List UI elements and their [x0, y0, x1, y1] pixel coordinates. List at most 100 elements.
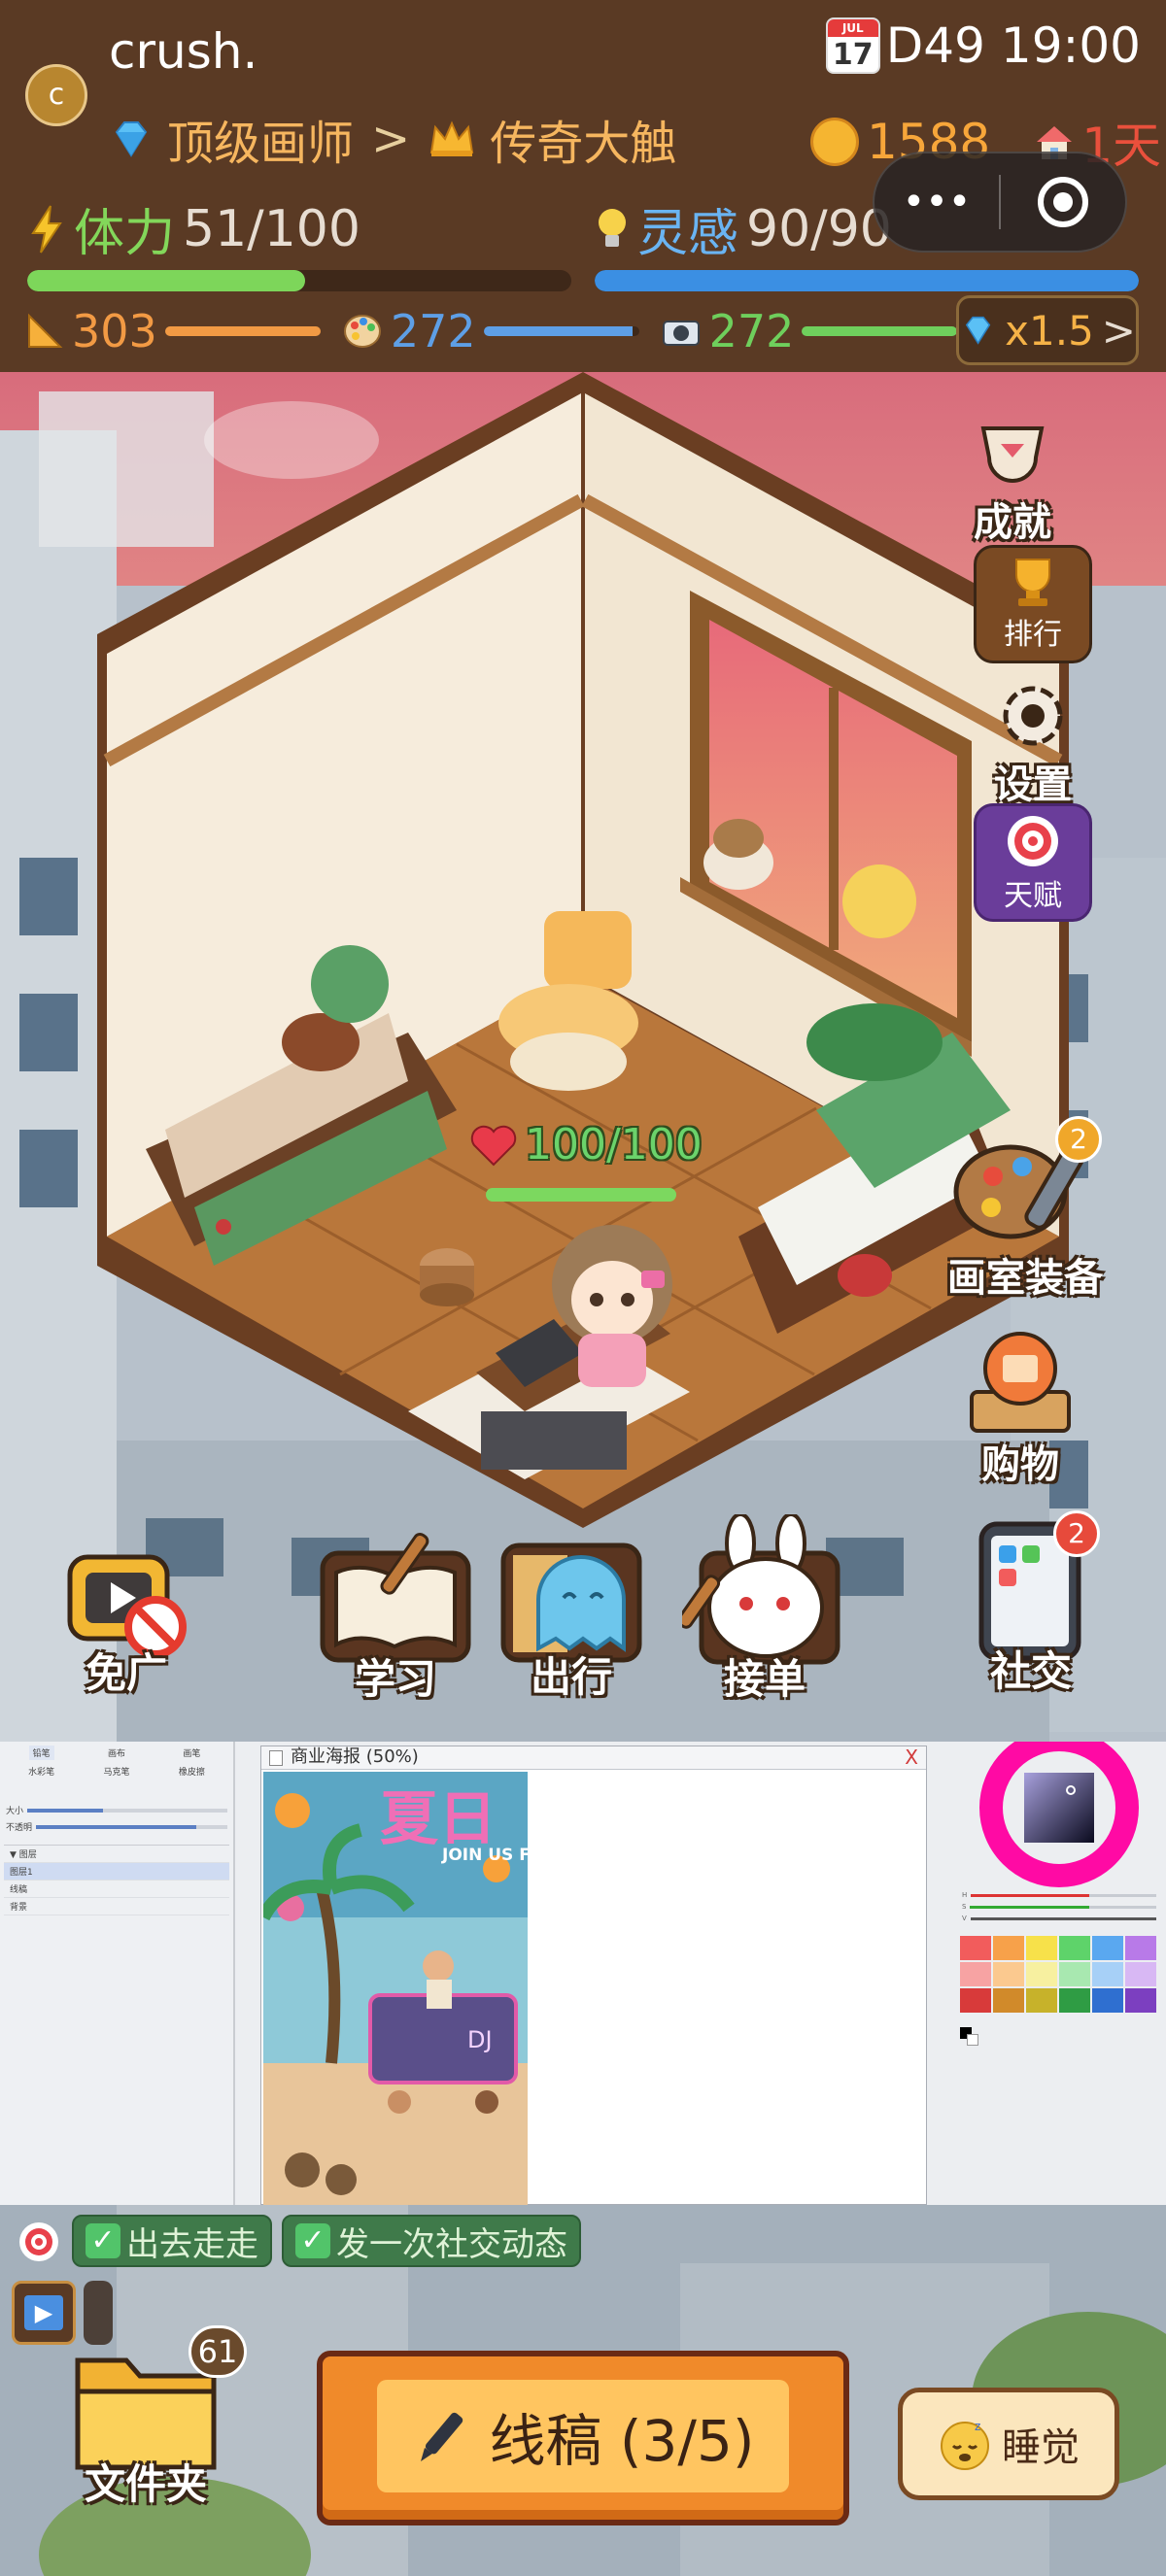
medal-icon — [980, 426, 1045, 483]
color-swatch[interactable] — [1092, 1936, 1123, 1960]
status-hud: c crush. 顶级画师 > 传奇大触 JUL 17 D49 19:00 15… — [0, 0, 1166, 372]
talent-button[interactable]: 天赋 — [974, 803, 1092, 922]
poster-dj: DJ — [467, 2026, 493, 2053]
shop-icon — [970, 1332, 1071, 1433]
color-swatch[interactable] — [1026, 1962, 1057, 1986]
color-swatch[interactable] — [1026, 1936, 1057, 1960]
crown-icon — [430, 120, 474, 156]
multiplier-button[interactable]: x1.5 > — [956, 295, 1139, 365]
ruler-icon — [28, 313, 63, 348]
hue-slider[interactable]: H — [962, 1889, 1156, 1901]
bottom-bar: ✓ 出去走走 ✓ 发一次社交动态 ▶ 文件夹 61 线稿 (3/5) z 睡觉 — [0, 2205, 1166, 2576]
value-slider[interactable]: V — [962, 1913, 1156, 1924]
date-time: JUL 17 D49 19:00 — [825, 17, 1141, 74]
inspiration-bar — [595, 270, 1139, 291]
color-swatch[interactable] — [960, 1988, 991, 2013]
size-slider[interactable]: 大小 — [0, 1802, 233, 1818]
lightning-icon — [31, 204, 62, 254]
ranking-button[interactable]: 排行 — [974, 545, 1092, 663]
task-post-social[interactable]: ✓ 发一次社交动态 — [282, 2215, 581, 2267]
tool-pencil[interactable]: 铅笔 — [28, 1746, 54, 1760]
tool-brush[interactable]: 画笔 — [179, 1746, 204, 1760]
color-swatch[interactable] — [1125, 1988, 1156, 2013]
character-hp-bar — [486, 1188, 676, 1202]
more-menu-button[interactable]: ••• — [874, 153, 999, 251]
folder-button[interactable]: 文件夹 61 — [58, 2325, 247, 2511]
rank-progress[interactable]: 顶级画师 > 传奇大触 — [109, 105, 676, 173]
stamina-stat: 体力 51/100 — [27, 192, 360, 265]
mini-program-capsule: ••• — [873, 152, 1127, 253]
color-swatch[interactable] — [1092, 1962, 1123, 1986]
social-badge: 2 — [1053, 1510, 1100, 1557]
close-button[interactable]: X — [905, 1746, 918, 1768]
studio-gear-button[interactable]: 画室装备 2 — [943, 1116, 1108, 1303]
color-swatch[interactable] — [1026, 1988, 1057, 2013]
record-icon — [1038, 177, 1088, 227]
color-swatch[interactable] — [960, 1962, 991, 1986]
poster-canvas[interactable]: 夏日 JOIN US F DJ — [263, 1772, 528, 2205]
layer-item[interactable]: 线稿 — [4, 1881, 229, 1898]
avatar[interactable]: c — [25, 64, 87, 126]
fg-bg-color[interactable] — [960, 2027, 979, 2047]
color-swatch[interactable] — [1125, 1962, 1156, 1986]
target-icon — [19, 2222, 58, 2261]
calendar-icon: JUL 17 — [825, 17, 880, 74]
stat-ruler: 303 — [25, 305, 321, 357]
sleep-button[interactable]: z 睡觉 — [898, 2388, 1119, 2500]
opacity-slider[interactable]: 不透明 — [0, 1818, 233, 1835]
color-swatch[interactable] — [993, 1988, 1024, 2013]
color-swatch[interactable] — [1059, 1936, 1090, 1960]
color-swatch[interactable] — [1092, 1988, 1123, 2013]
tool-panel: 铅笔 画布 画笔 水彩笔 马克笔 橡皮擦 大小 不透明 ▼ 图层 图层1 线稿 … — [0, 1742, 235, 2205]
settings-button[interactable]: 设置 — [989, 679, 1077, 809]
check-icon: ✓ — [295, 2223, 330, 2258]
color-swatch[interactable] — [960, 1936, 991, 1960]
close-app-button[interactable] — [1001, 153, 1125, 251]
palette-icon — [343, 315, 381, 348]
game-scene: 100/100 成就 排行 设置 天赋 画室装备 2 购物 免广 学习 出行 接… — [0, 372, 1166, 1742]
layer-item[interactable]: 图层1 — [4, 1863, 229, 1881]
poster-title: 夏日 — [380, 1785, 497, 1853]
username: crush. — [109, 23, 258, 80]
task-go-out[interactable]: ✓ 出去走走 — [72, 2215, 272, 2267]
tool-watercolor[interactable]: 水彩笔 — [24, 1764, 58, 1779]
color-swatch[interactable] — [1059, 1962, 1090, 1986]
social-button[interactable]: 社交 2 — [968, 1510, 1100, 1698]
travel-button[interactable]: 出行 — [494, 1522, 649, 1704]
study-button[interactable]: 学习 — [313, 1524, 478, 1706]
trophy-icon — [1015, 559, 1050, 606]
color-swatch[interactable] — [993, 1936, 1024, 1960]
document-title: 商业海报 (50%) — [291, 1746, 419, 1767]
hsv-sliders: H S V — [962, 1889, 1156, 1924]
saturation-slider[interactable]: S — [962, 1901, 1156, 1913]
diamond-icon — [115, 121, 148, 157]
pen-icon — [421, 2412, 463, 2461]
color-swatch[interactable] — [993, 1962, 1024, 1986]
achievements-button[interactable]: 成就 — [972, 423, 1053, 547]
play-icon: ▶ — [34, 2299, 53, 2326]
document-icon — [269, 1750, 283, 1766]
color-wheel[interactable] — [962, 1742, 1156, 1887]
color-panel: H S V — [954, 1742, 1166, 2205]
shopping-button[interactable]: 购物 — [952, 1324, 1088, 1489]
color-swatch[interactable] — [1125, 1936, 1156, 1960]
sleeping-face-icon: z — [941, 2420, 989, 2470]
folder-count-badge: 61 — [189, 2325, 247, 2378]
clock: 19:00 — [1000, 17, 1141, 74]
color-swatch[interactable] — [1059, 1988, 1090, 2013]
current-rank: 顶级画师 — [167, 117, 355, 171]
gear-icon — [1003, 686, 1063, 746]
camera-icon — [662, 321, 700, 346]
diamond-icon — [965, 316, 991, 345]
target-icon — [1008, 816, 1058, 866]
no-ads-button[interactable]: 免广 — [58, 1528, 194, 1700]
tool-canvas[interactable]: 画布 — [104, 1746, 129, 1760]
draft-action-button[interactable]: 线稿 (3/5) — [317, 2351, 849, 2525]
layer-item[interactable]: 背景 — [4, 1898, 229, 1915]
tool-marker[interactable]: 马克笔 — [99, 1764, 133, 1779]
studio-gear-badge: 2 — [1055, 1116, 1102, 1163]
poster-subtitle: JOIN US F — [442, 1846, 528, 1865]
tool-eraser[interactable]: 橡皮擦 — [175, 1764, 209, 1779]
orders-button[interactable]: 接单 — [682, 1514, 847, 1706]
rank-separator: > — [371, 112, 411, 166]
